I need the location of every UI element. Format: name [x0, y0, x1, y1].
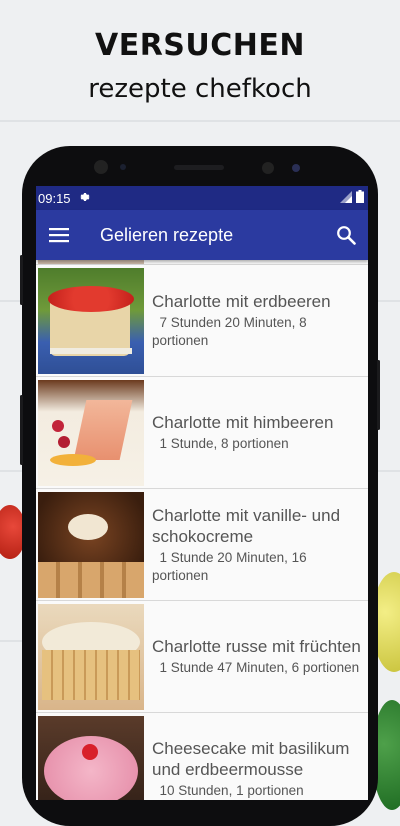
- front-camera: [94, 160, 108, 174]
- earpiece-speaker: [174, 165, 224, 170]
- hamburger-menu-icon[interactable]: [36, 210, 82, 260]
- recipe-list-item[interactable]: Charlotte russe mit früchten 1 Stunde 47…: [36, 601, 368, 713]
- front-sensor: [120, 164, 126, 170]
- power-button: [377, 360, 380, 430]
- search-icon[interactable]: [324, 210, 368, 260]
- iris-sensor: [292, 164, 300, 172]
- promo-subline: rezepte chefkoch: [88, 74, 312, 104]
- recipe-name: Charlotte mit vanille- und schokocreme: [152, 505, 341, 546]
- recipe-name: Charlotte mit erdbeeren: [152, 292, 331, 311]
- status-time: 09:15: [38, 190, 71, 206]
- signal-icon: [340, 190, 352, 206]
- recipe-list-item[interactable]: Charlotte mit himbeeren 1 Stunde, 8 port…: [36, 377, 368, 489]
- volume-button: [20, 255, 23, 305]
- charlotte-russe-cake-image: [38, 603, 144, 710]
- recipe-name: Cheesecake mit basilikum und erdbeermous…: [152, 738, 350, 779]
- recipe-list-item[interactable]: Charlotte mit erdbeeren 7 Stunden 20 Min…: [36, 265, 368, 377]
- bixby-button: [20, 395, 23, 465]
- recipe-name: Charlotte russe mit früchten: [152, 637, 361, 656]
- settings-gear-icon: [79, 191, 91, 206]
- recipe-meta: 1 Stunde 47 Minuten, 6 portionen: [152, 660, 360, 675]
- background-plank-line: [0, 120, 400, 122]
- recipe-list-item[interactable]: Cheesecake mit basilikum und erdbeermous…: [36, 713, 368, 800]
- strawberry-mousse-cheesecake-image: [38, 715, 144, 800]
- recipe-meta: 10 Stunden, 1 portionen: [152, 782, 304, 798]
- strawberry-charlotte-cake-image: [38, 267, 144, 374]
- promo-headline: VERSUCHEN: [94, 28, 305, 63]
- recipe-meta: 1 Stunde, 8 portionen: [152, 436, 289, 451]
- chocolate-curl-charlotte-image: [38, 491, 144, 598]
- app-screen: 09:15 Gelieren rezepte Charlotte mit erd…: [36, 186, 368, 800]
- app-bar: Gelieren rezepte: [36, 210, 368, 260]
- raspberry-charlotte-slice-image: [38, 379, 144, 486]
- recipe-meta: 7 Stunden 20 Minuten, 8 portionen: [152, 315, 307, 348]
- recipe-list-item[interactable]: Charlotte mit vanille- und schokocreme 1…: [36, 489, 368, 601]
- battery-icon: [356, 190, 364, 206]
- recipe-name: Charlotte mit himbeeren: [152, 413, 334, 432]
- recipe-meta: 1 Stunde 20 Minuten, 16 portionen: [152, 549, 307, 583]
- status-bar: 09:15: [36, 186, 368, 210]
- proximity-sensor: [262, 162, 274, 174]
- recipe-list[interactable]: Charlotte mit erdbeeren 7 Stunden 20 Min…: [36, 260, 368, 800]
- app-bar-title: Gelieren rezepte: [100, 224, 234, 245]
